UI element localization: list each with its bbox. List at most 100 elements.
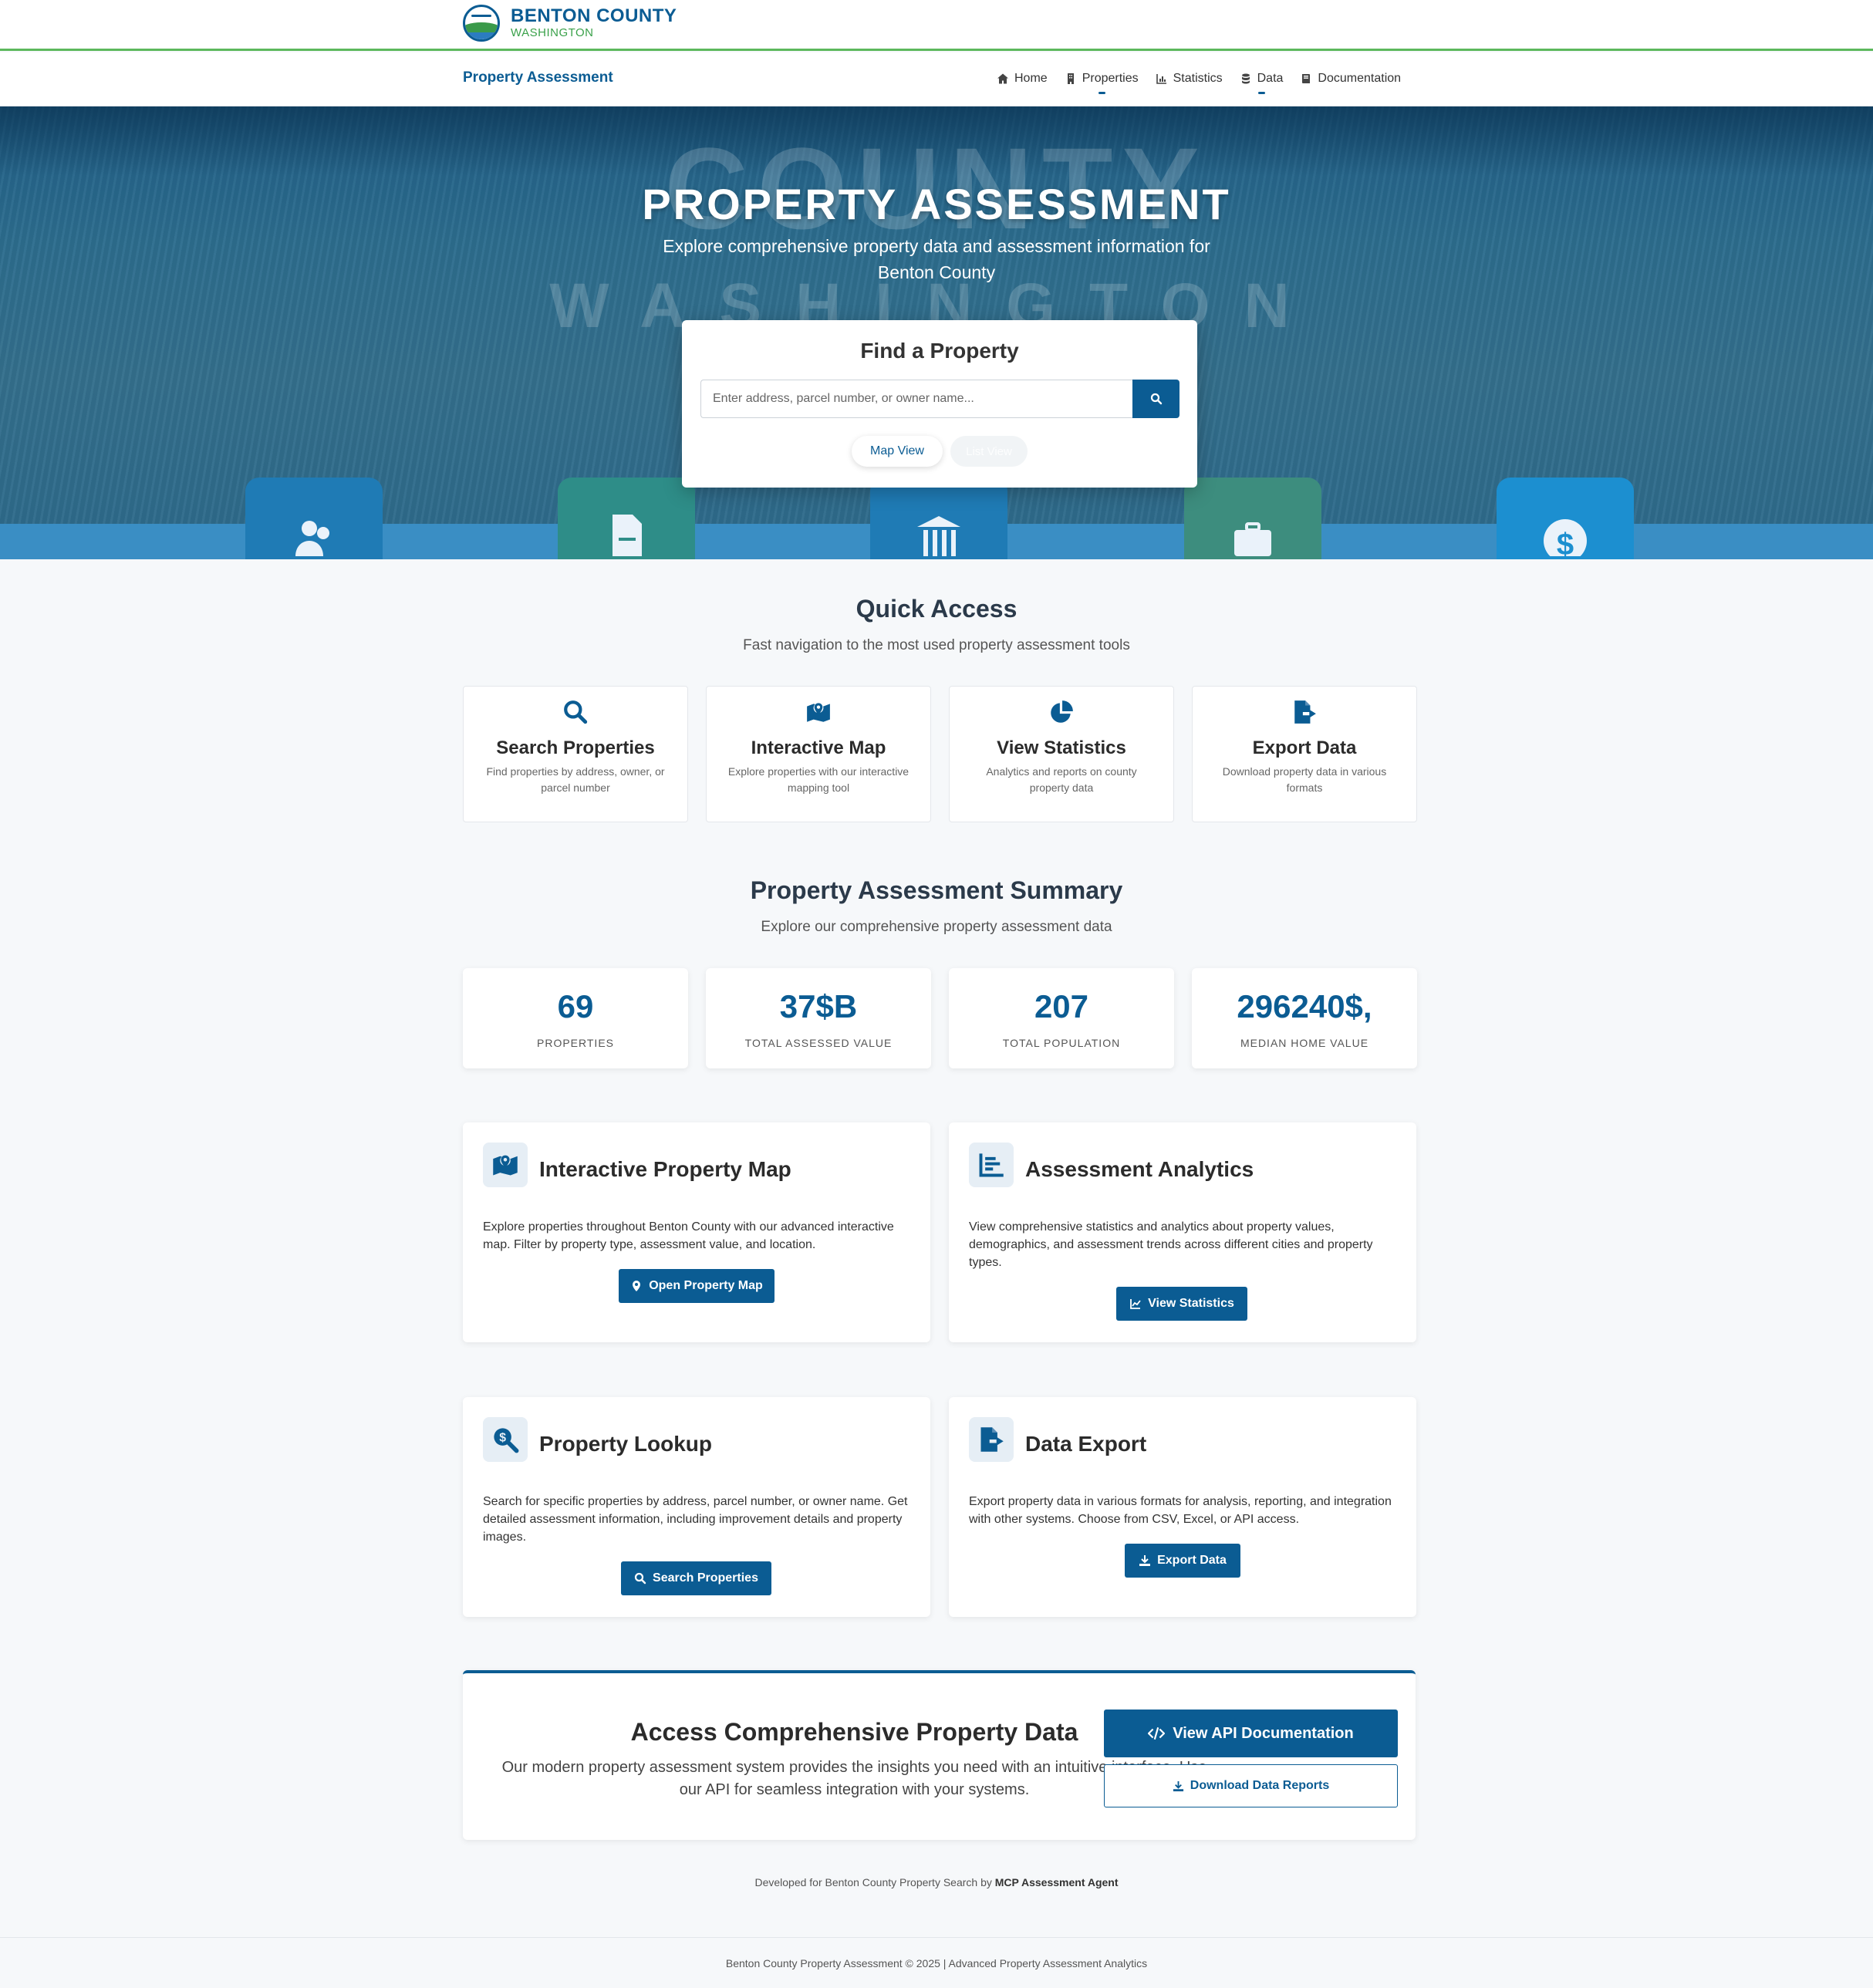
quick-card-map[interactable]: Interactive Map Explore properties with … <box>706 686 931 822</box>
quick-card-title: Interactive Map <box>751 737 886 758</box>
search-icon <box>564 700 588 724</box>
quick-access-title: Quick Access <box>856 595 1017 623</box>
svg-text:$: $ <box>499 1431 506 1444</box>
map-marker-icon <box>633 1281 641 1291</box>
feature-desc: View comprehensive statistics and analyt… <box>969 1220 1373 1269</box>
search-submit-button[interactable] <box>1132 380 1179 418</box>
nav-link-data[interactable]: Data <box>1240 69 1284 94</box>
quick-card-statistics[interactable]: View Statistics Analytics and reports on… <box>949 686 1174 822</box>
api-access-card: Access Comprehensive Property Data Our m… <box>463 1670 1416 1840</box>
briefcase-tile <box>1184 478 1321 559</box>
nav-title[interactable]: Property Assessment <box>463 69 613 86</box>
home-icon <box>997 73 1009 85</box>
open-property-map-button[interactable]: Open Property Map <box>619 1269 775 1303</box>
nav-link-documentation[interactable]: Documentation <box>1300 69 1401 88</box>
document-tile <box>558 478 695 559</box>
bar-chart-icon <box>979 1153 1004 1177</box>
feature-card-analytics: Assessment Analytics View comprehensive … <box>949 1122 1416 1342</box>
search-icon <box>634 1572 646 1585</box>
view-statistics-button[interactable]: View Statistics <box>1116 1287 1247 1321</box>
feature-desc: Search for specific properties by addres… <box>483 1495 908 1544</box>
developer-credit-prefix: Developed for Benton County Property Sea… <box>754 1876 995 1888</box>
download-icon <box>1139 1555 1151 1566</box>
quick-card-desc: Find properties by address, owner, or pa… <box>486 765 665 794</box>
property-search-input[interactable] <box>700 380 1134 418</box>
stat-label: TOTAL ASSESSED VALUE <box>744 1037 893 1049</box>
view-api-documentation-button[interactable]: View API Documentation <box>1104 1710 1398 1757</box>
document-icon <box>613 515 642 556</box>
briefcase-icon <box>1234 522 1271 556</box>
brand-name: BENTON COUNTY <box>511 5 677 26</box>
pie-chart-icon <box>1051 700 1073 723</box>
site-footer: Benton County Property Assessment © 2025… <box>0 1937 1873 1988</box>
stat-label: MEDIAN HOME VALUE <box>1240 1037 1369 1049</box>
api-desc: Our modern property assessment system pr… <box>501 1759 1207 1798</box>
county-seal-logo <box>463 5 500 42</box>
quick-card-search[interactable]: Search Properties Find properties by add… <box>463 686 688 822</box>
nav-link-label: Properties <box>1082 72 1139 85</box>
site-header: BENTON COUNTY WASHINGTON <box>0 0 1873 51</box>
quick-card-export[interactable]: Export Data Download property data in va… <box>1192 686 1417 822</box>
nav-link-properties[interactable]: Properties <box>1065 69 1139 94</box>
stat-properties: 69 PROPERTIES <box>463 968 688 1068</box>
quick-card-desc: Download property data in various format… <box>1222 765 1387 794</box>
download-icon <box>1173 1780 1183 1791</box>
nav-link-statistics[interactable]: Statistics <box>1156 69 1223 88</box>
brand[interactable]: BENTON COUNTY WASHINGTON <box>463 5 677 42</box>
stat-value: 37$B <box>779 988 858 1024</box>
people-icon <box>295 521 329 556</box>
nav-link-label: Statistics <box>1173 72 1223 85</box>
feature-icon-box: $ <box>483 1417 528 1462</box>
quick-access-subtitle: Fast navigation to the most used propert… <box>743 637 1130 653</box>
stat-value: 207 <box>1034 988 1089 1024</box>
footer-text: Benton County Property Assessment © 2025… <box>725 1957 1148 1969</box>
button-label: View API Documentation <box>1173 1724 1354 1742</box>
stat-value: 69 <box>557 988 594 1024</box>
list-view-button[interactable]: List View <box>950 436 1028 467</box>
export-data-button[interactable]: Export Data <box>1125 1544 1240 1578</box>
button-label: Search Properties <box>653 1571 758 1585</box>
brand-subtitle: WASHINGTON <box>511 26 594 39</box>
button-label: Download Data Reports <box>1190 1779 1330 1792</box>
line-chart-icon <box>1130 1299 1141 1309</box>
button-label: View Statistics <box>1148 1297 1234 1310</box>
nav-link-home[interactable]: Home <box>997 69 1048 88</box>
map-icon <box>493 1155 518 1176</box>
svg-text:$: $ <box>1557 528 1574 556</box>
book-icon <box>1300 73 1312 85</box>
developer-credit: Developed for Benton County Property Sea… <box>0 1876 1873 1888</box>
feature-card-data-export: Data Export Export property data in vari… <box>949 1397 1416 1617</box>
hero-subtitle: Explore comprehensive property data and … <box>663 236 1210 282</box>
quick-card-desc: Explore properties with our interactive … <box>727 765 910 794</box>
search-dollar-icon: $ <box>494 1428 519 1453</box>
feature-desc: Export property data in various formats … <box>969 1495 1392 1526</box>
button-label: Export Data <box>1157 1554 1227 1567</box>
map-view-button[interactable]: Map View <box>852 436 943 467</box>
file-export-icon <box>980 1427 1004 1452</box>
feature-icon-box <box>969 1417 1014 1462</box>
developer-credit-agent: MCP Assessment Agent <box>994 1876 1119 1888</box>
nav-link-label: Data <box>1257 72 1284 85</box>
find-property-title: Find a Property <box>860 339 1019 363</box>
nav-bar: Property Assessment Home Properties Stat… <box>0 52 1873 106</box>
file-export-icon <box>1294 700 1316 724</box>
map-icon <box>807 703 830 722</box>
button-label: Open Property Map <box>649 1279 763 1292</box>
download-data-reports-button[interactable]: Download Data Reports <box>1104 1764 1398 1807</box>
search-properties-button[interactable]: Search Properties <box>621 1561 771 1595</box>
stat-value: 296240$, <box>1237 988 1372 1024</box>
feature-title: Property Lookup <box>539 1432 713 1456</box>
quick-card-title: Search Properties <box>496 737 655 758</box>
dollar-icon: $ <box>1544 519 1587 556</box>
people-tile <box>245 478 383 559</box>
nav-links: Home Properties Statistics Data Document… <box>997 69 1401 94</box>
database-icon <box>1240 73 1252 85</box>
feature-desc: Explore properties throughout Benton Cou… <box>483 1220 894 1251</box>
feature-title: Data Export <box>1025 1432 1147 1456</box>
stat-median-home-value: 296240$, MEDIAN HOME VALUE <box>1192 968 1417 1068</box>
feature-card-property-map: Interactive Property Map Explore propert… <box>463 1122 930 1342</box>
quick-card-desc: Analytics and reports on county property… <box>986 765 1137 794</box>
summary-subtitle: Explore our comprehensive property asses… <box>761 919 1112 935</box>
summary-title: Property Assessment Summary <box>750 876 1123 904</box>
quick-card-title: View Statistics <box>997 737 1126 758</box>
